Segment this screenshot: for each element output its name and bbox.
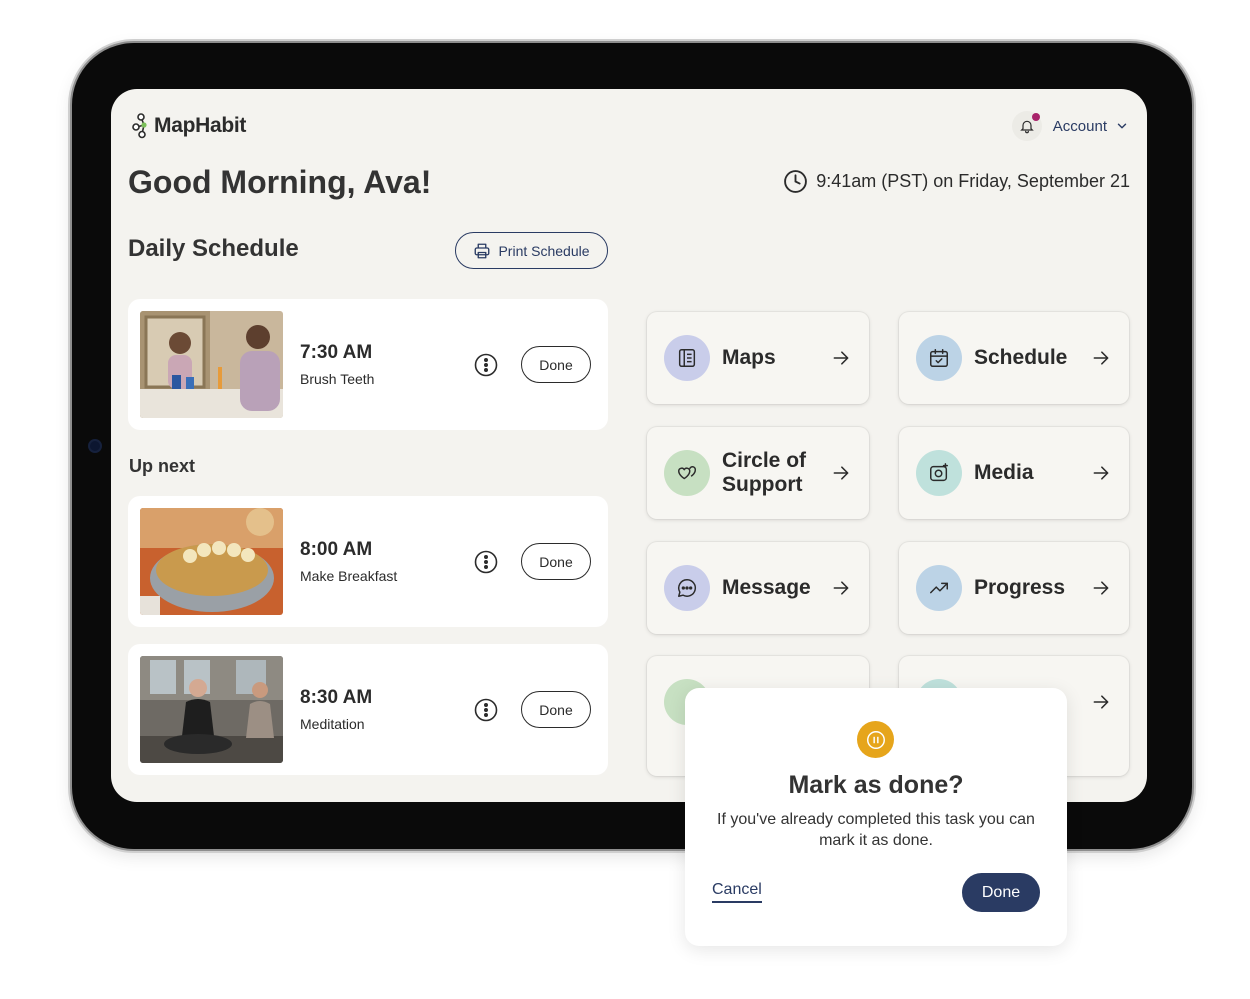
- printer-icon: [475, 243, 490, 258]
- nav-tile-label: Circle of Support: [722, 449, 807, 496]
- nav-tile-schedule[interactable]: Schedule: [899, 312, 1129, 404]
- maphabit-logo-icon: [132, 113, 147, 139]
- notification-dot: [1031, 113, 1040, 121]
- current-datetime: 9:41am (PST) on Friday, September 21: [783, 169, 1130, 194]
- trend-up-icon: [930, 582, 948, 594]
- arrow-right-icon: [833, 351, 849, 365]
- maps-tile-icon-bg: [664, 335, 710, 381]
- media-tile-icon-bg: [916, 450, 962, 496]
- book-icon: [678, 349, 696, 367]
- schedule-item-time: 8:00 AM: [300, 539, 373, 560]
- chat-icon: [678, 579, 697, 597]
- cancel-button[interactable]: Cancel: [712, 881, 762, 903]
- meditation-image: [140, 656, 283, 763]
- more-options-icon[interactable]: [474, 353, 498, 377]
- nav-tile-media[interactable]: Media: [899, 427, 1129, 519]
- brushing-teeth-image: [140, 311, 283, 418]
- schedule-item-time: 7:30 AM: [300, 342, 373, 363]
- schedule-item-task: Meditation: [300, 716, 365, 732]
- nav-tile-label: Maps: [722, 346, 776, 369]
- schedule-item-photo: [140, 508, 283, 615]
- progress-tile-icon-bg: [916, 565, 962, 611]
- schedule-item-photo: [140, 656, 283, 763]
- datetime-text: 9:41am (PST) on Friday, September 21: [816, 171, 1130, 191]
- print-schedule-button[interactable]: Print Schedule: [455, 232, 608, 269]
- nav-tile-label: Progress: [974, 576, 1066, 599]
- print-schedule-label: Print Schedule: [498, 242, 590, 259]
- notifications-button[interactable]: [1011, 111, 1042, 141]
- schedule-item-card[interactable]: 7:30 AM Brush Teeth Done: [128, 299, 608, 430]
- daily-schedule-title: Daily Schedule: [128, 235, 299, 262]
- circle-tile-icon-bg: [664, 450, 710, 496]
- arrow-right-icon: [1093, 581, 1109, 595]
- schedule-item-photo: [140, 311, 283, 418]
- schedule-item-time: 8:30 AM: [300, 687, 373, 708]
- chevron-down-icon[interactable]: [1115, 119, 1129, 133]
- camera-icon: [930, 463, 948, 482]
- up-next-label: Up next: [129, 456, 196, 476]
- dialog-message: If you've already completed this task yo…: [717, 811, 1035, 849]
- app-logo: MapHabit: [131, 113, 246, 139]
- message-tile-icon-bg: [664, 565, 710, 611]
- app-name: MapHabit: [154, 114, 247, 137]
- more-options-icon[interactable]: [474, 550, 498, 574]
- done-button[interactable]: Done: [521, 691, 591, 728]
- account-label[interactable]: Account: [1053, 118, 1107, 135]
- confirm-done-button[interactable]: Done: [962, 873, 1040, 912]
- arrow-right-icon: [1093, 466, 1109, 480]
- schedule-item-card[interactable]: 8:00 AM Make Breakfast Done: [128, 496, 608, 627]
- dialog-status-badge: [857, 721, 894, 758]
- more-options-icon[interactable]: [474, 698, 498, 722]
- page-title: Good Morning, Ava!: [128, 164, 432, 200]
- nav-tile-circle-of-support[interactable]: Circle of Support: [647, 427, 869, 519]
- schedule-item-task: Make Breakfast: [300, 568, 398, 584]
- done-button[interactable]: Done: [521, 346, 591, 383]
- pause-icon: [866, 730, 885, 749]
- nav-tile-label: Schedule: [974, 346, 1068, 369]
- dialog-title: Mark as done?: [788, 771, 964, 799]
- arrow-right-icon: [1093, 695, 1109, 709]
- account-menu[interactable]: Account: [1011, 111, 1129, 141]
- bell-icon: [1020, 120, 1034, 134]
- mark-as-done-dialog: Mark as done? If you've already complete…: [685, 688, 1067, 946]
- clock-icon: [784, 170, 808, 193]
- arrow-right-icon: [833, 581, 849, 595]
- done-button[interactable]: Done: [521, 543, 591, 580]
- schedule-tile-icon-bg: [916, 335, 962, 381]
- device-camera: [88, 439, 102, 453]
- schedule-item-card[interactable]: 8:30 AM Meditation Done: [128, 644, 608, 775]
- nav-tile-progress[interactable]: Progress: [899, 542, 1129, 634]
- schedule-item-task: Brush Teeth: [300, 371, 375, 387]
- calendar-icon: [930, 349, 948, 367]
- breakfast-image: [140, 508, 283, 615]
- nav-tile-maps[interactable]: Maps: [647, 312, 869, 404]
- arrow-right-icon: [1093, 351, 1109, 365]
- nav-tile-label: Media: [974, 461, 1034, 484]
- hearts-icon: [678, 466, 697, 480]
- arrow-right-icon: [833, 466, 849, 480]
- nav-tile-message[interactable]: Message: [647, 542, 869, 634]
- nav-tile-label: Message: [722, 576, 811, 599]
